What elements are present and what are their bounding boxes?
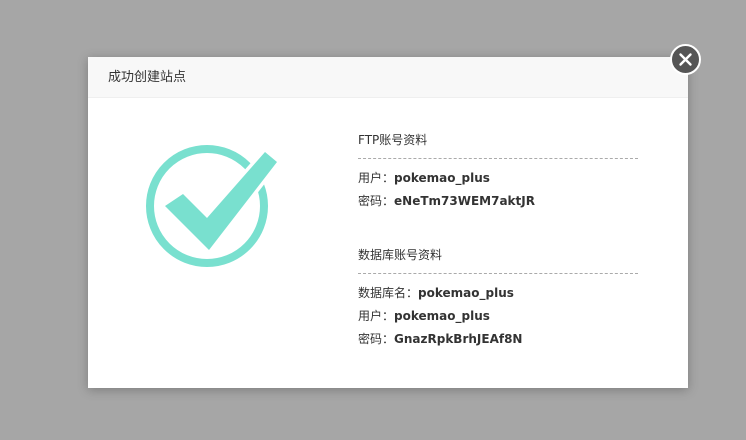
ftp-details: 用户：pokemao_plus 密码：eNeTm73WEM7aktJR bbox=[358, 167, 638, 213]
ftp-password-value: eNeTm73WEM7aktJR bbox=[394, 194, 535, 208]
ftp-section-title: FTP账号资料 bbox=[358, 128, 638, 159]
ftp-password-label: 密码： bbox=[358, 194, 395, 208]
database-password-value: GnazRpkBrhJEAf8N bbox=[394, 332, 523, 346]
close-button[interactable] bbox=[670, 44, 701, 75]
database-name-label: 数据库名： bbox=[358, 286, 419, 300]
database-section-title: 数据库账号资料 bbox=[358, 243, 638, 274]
ftp-user-label: 用户： bbox=[358, 171, 395, 185]
ftp-user-row: 用户：pokemao_plus bbox=[358, 167, 638, 190]
ftp-password-row: 密码：eNeTm73WEM7aktJR bbox=[358, 190, 638, 213]
site-created-dialog: 成功创建站点 FTP账号资料 用户：pokemao_plus 密码：eNeTm7… bbox=[88, 57, 688, 388]
database-user-row: 用户：pokemao_plus bbox=[358, 305, 638, 328]
database-password-row: 密码：GnazRpkBrhJEAf8N bbox=[358, 328, 638, 351]
database-name-value: pokemao_plus bbox=[418, 286, 514, 300]
dialog-title: 成功创建站点 bbox=[108, 70, 187, 85]
close-icon bbox=[679, 53, 692, 66]
database-user-value: pokemao_plus bbox=[394, 309, 490, 323]
success-checkmark-icon bbox=[145, 142, 285, 282]
database-user-label: 用户： bbox=[358, 309, 395, 323]
database-details: 数据库名：pokemao_plus 用户：pokemao_plus 密码：Gna… bbox=[358, 282, 638, 351]
ftp-user-value: pokemao_plus bbox=[394, 171, 490, 185]
account-info: FTP账号资料 用户：pokemao_plus 密码：eNeTm73WEM7ak… bbox=[358, 98, 638, 351]
dialog-header: 成功创建站点 bbox=[88, 57, 688, 98]
database-password-label: 密码： bbox=[358, 332, 395, 346]
database-name-row: 数据库名：pokemao_plus bbox=[358, 282, 638, 305]
